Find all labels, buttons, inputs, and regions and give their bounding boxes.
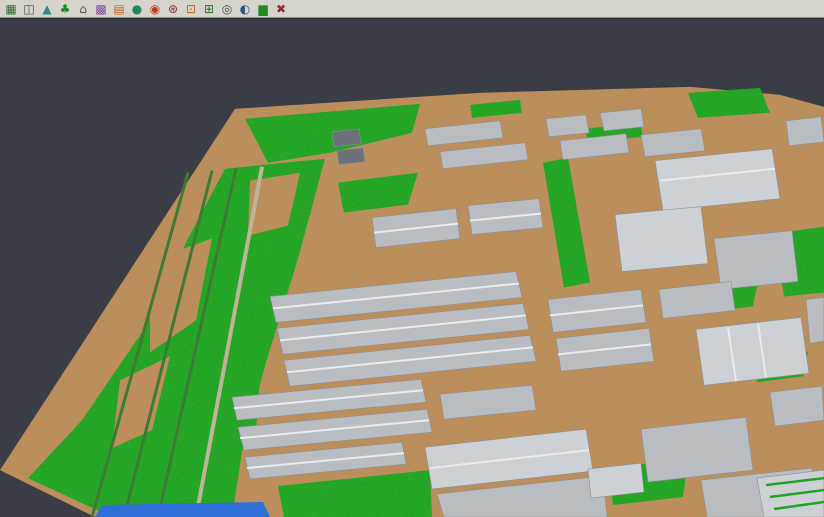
building-roof [600,109,644,131]
world-icon: ◐ [240,3,250,15]
terrain-icon: ▲ [42,3,51,15]
building-roof [332,129,361,147]
building-roof [786,117,824,146]
toolbar-grid-button[interactable]: ⊞ [201,1,217,17]
camera-icon: ◎ [222,3,232,15]
viewport-3d[interactable] [0,19,824,517]
toolbar-record-button[interactable]: ◉ [147,1,163,17]
toolbar-world-button[interactable]: ◐ [237,1,253,17]
buildings-icon: ⌂ [79,3,87,15]
building-roof [615,207,708,272]
layers-icon: ▦ [5,3,16,15]
building-roof [714,231,798,290]
chart-icon: ▆ [258,3,267,15]
building-roof [588,463,644,498]
building-roof [337,148,365,165]
main-toolbar: ▦ ◫ ▲ ♣ ⌂ ▩ ▤ ● ◉ ⊛ ⊡ ⊞ ◎ ◐ ▆ ✖ [0,0,824,18]
toolbar-layers-button[interactable]: ▦ [3,1,19,17]
toolbar-settings-button[interactable]: ⊛ [165,1,181,17]
building-roof [770,386,824,426]
toolbar-buildings-button[interactable]: ⌂ [75,1,91,17]
toolbar-globe-button[interactable]: ● [129,1,145,17]
classify-icon: ▩ [95,3,106,15]
toolbar-close-button[interactable]: ✖ [273,1,289,17]
ortho-icon: ▤ [113,3,124,15]
save-icon: ◫ [23,3,34,15]
toolbar-ortho-button[interactable]: ▤ [111,1,127,17]
toolbar-terrain-button[interactable]: ▲ [39,1,55,17]
crop-icon: ⊡ [186,3,196,15]
building-roof [696,317,809,385]
record-icon: ◉ [150,3,160,15]
globe-icon: ● [132,3,142,15]
toolbar-chart-button[interactable]: ▆ [255,1,271,17]
toolbar-save-button[interactable]: ◫ [21,1,37,17]
vegetation-icon: ♣ [60,3,71,15]
settings-icon: ⊛ [168,3,178,15]
building-roof [546,115,589,137]
app-window: ▦ ◫ ▲ ♣ ⌂ ▩ ▤ ● ◉ ⊛ ⊡ ⊞ ◎ ◐ ▆ ✖ [0,0,824,517]
toolbar-camera-button[interactable]: ◎ [219,1,235,17]
close-icon: ✖ [276,3,286,15]
toolbar-classify-button[interactable]: ▩ [93,1,109,17]
grid-icon: ⊞ [204,3,214,15]
viewport-container [0,18,824,517]
toolbar-crop-button[interactable]: ⊡ [183,1,199,17]
toolbar-vegetation-button[interactable]: ♣ [57,1,73,17]
